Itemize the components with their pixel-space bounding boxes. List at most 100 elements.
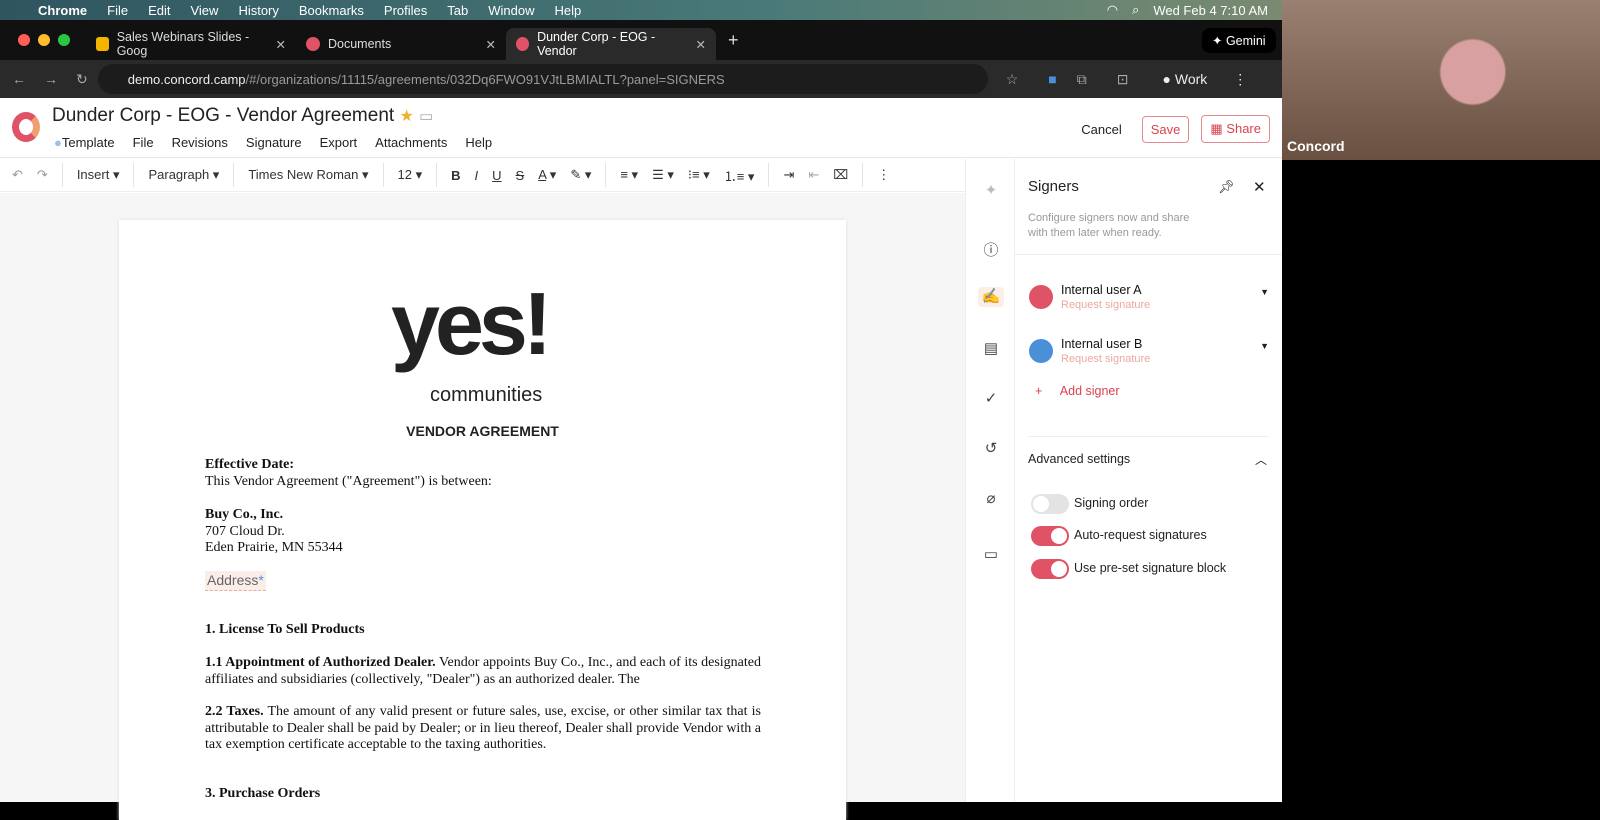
star-icon[interactable]: ★ — [399, 108, 413, 125]
address-bar-row: ← → ↻ demo.concord.camp/#/organizations/… — [0, 60, 1282, 98]
menu-export[interactable]: Export — [320, 135, 358, 150]
clear-format-icon[interactable]: ⌧ — [833, 167, 848, 183]
insert-dropdown[interactable]: Insert ▾ — [77, 167, 120, 183]
outdent-icon[interactable]: ⇤ — [808, 167, 819, 183]
align-icon[interactable]: ≡ ▾ — [620, 167, 638, 183]
pin-icon[interactable]: 📌︎ — [1218, 179, 1235, 195]
strikethrough-icon[interactable]: S — [516, 168, 525, 183]
signing-order-toggle[interactable] — [1031, 494, 1069, 514]
chevron-down-icon[interactable]: ▼ — [1260, 341, 1269, 351]
tab-documents[interactable]: Documents ✕ — [296, 28, 506, 60]
advanced-settings-header[interactable]: Advanced settings — [1028, 452, 1130, 466]
chrome-menu-icon[interactable]: ⋮ — [1233, 71, 1247, 88]
gemini-button[interactable]: ✦ Gemini — [1202, 28, 1276, 53]
minimize-window-button[interactable] — [38, 34, 50, 46]
reload-icon[interactable]: ↻ — [76, 71, 88, 88]
menu-window[interactable]: Window — [488, 3, 534, 18]
effective-date-label: Effective Date: — [205, 457, 295, 472]
info-icon[interactable]: ⓘ — [981, 239, 1001, 259]
auto-request-toggle[interactable] — [1031, 526, 1069, 546]
url-host: demo.concord.camp — [127, 71, 246, 87]
profile-button[interactable]: ● Work — [1163, 71, 1208, 87]
highlight-icon[interactable]: ✎ ▾ — [570, 167, 591, 183]
numbered-list-icon[interactable]: ⒈≡ ▾ — [724, 166, 755, 185]
menu-history[interactable]: History — [238, 3, 278, 18]
signer-row[interactable]: Internal user A Request signature ▼ — [1029, 281, 1269, 321]
signer-row[interactable]: Internal user B Request signature ▼ — [1029, 335, 1269, 375]
side-icon-rail: ✦ ⓘ ✍ ▤ ✓ ↺ ⌀ ▭ — [965, 159, 1015, 802]
bold-icon[interactable]: B — [451, 168, 460, 183]
chevron-up-icon[interactable]: ︿ — [1255, 451, 1267, 468]
bullet-list-icon[interactable]: ⁝≡ ▾ — [688, 167, 710, 183]
extension-icon[interactable]: ■ — [1048, 71, 1056, 87]
chevron-down-icon[interactable]: ▼ — [1260, 287, 1269, 297]
maximize-window-button[interactable] — [58, 34, 70, 46]
tab-search-icon[interactable]: ⊡ — [1117, 71, 1129, 88]
menu-edit[interactable]: Edit — [148, 3, 170, 18]
insert-label: Insert — [76, 167, 110, 182]
bookmark-star-icon[interactable]: ☆ — [1006, 71, 1019, 88]
street: 707 Cloud Dr. — [205, 523, 285, 539]
field-label: Address — [207, 572, 259, 588]
attachment-icon[interactable]: ⌀ — [981, 489, 1001, 509]
document-title[interactable]: Dunder Corp - EOG - Vendor Agreement ★ ▭ — [52, 105, 433, 127]
menu-attachments[interactable]: Attachments — [375, 135, 447, 150]
back-icon[interactable]: ← — [12, 71, 26, 87]
menu-help[interactable]: Help — [555, 3, 582, 18]
new-tab-button[interactable]: + — [728, 30, 739, 51]
tab-dunder-corp[interactable]: Dunder Corp - EOG - Vendor ✕ — [506, 28, 716, 60]
wifi-icon[interactable]: ◠ — [1107, 2, 1118, 18]
line-spacing-icon[interactable]: ☰ ▾ — [652, 167, 674, 183]
cancel-button[interactable]: Cancel — [1081, 122, 1121, 137]
menu-file[interactable]: File — [107, 3, 128, 18]
tab-sales-webinars[interactable]: Sales Webinars Slides - Goog ✕ — [86, 28, 296, 60]
signers-icon[interactable]: ✍ — [978, 287, 1004, 307]
add-signer-button[interactable]: + Add signer — [1035, 384, 1120, 398]
font-size-dropdown[interactable]: 12 ▾ — [398, 167, 423, 183]
forward-icon[interactable]: → — [44, 71, 58, 87]
preset-signature-toggle[interactable] — [1031, 559, 1069, 579]
approvals-icon[interactable]: ✓ — [981, 389, 1001, 409]
indent-icon[interactable]: ⇥ — [783, 167, 794, 183]
ai-sparkle-icon[interactable]: ✦ — [981, 181, 1001, 201]
close-tab-icon[interactable]: ✕ — [696, 37, 706, 52]
close-tab-icon[interactable]: ✕ — [276, 37, 286, 52]
clock[interactable]: Wed Feb 4 7:10 AM — [1153, 3, 1268, 18]
paragraph-style-dropdown[interactable]: Paragraph ▾ — [148, 167, 219, 183]
redo-icon[interactable]: ↷ — [37, 167, 48, 183]
search-icon[interactable]: ⌕ — [1132, 2, 1139, 18]
doc-heading: VENDOR AGREEMENT — [406, 423, 559, 439]
menu-tab[interactable]: Tab — [447, 3, 468, 18]
menu-revisions[interactable]: Revisions — [172, 135, 228, 150]
close-tab-icon[interactable]: ✕ — [486, 37, 496, 52]
menu-help[interactable]: Help — [465, 135, 492, 150]
text-color-icon[interactable]: A ▾ — [538, 167, 556, 183]
underline-icon[interactable]: U — [492, 168, 501, 183]
menu-profiles[interactable]: Profiles — [384, 3, 427, 18]
undo-icon[interactable]: ↶ — [12, 167, 23, 183]
italic-icon[interactable]: I — [475, 168, 479, 183]
menu-bookmarks[interactable]: Bookmarks — [299, 3, 364, 18]
url-input[interactable]: demo.concord.camp/#/organizations/11115/… — [97, 64, 988, 94]
title-text: Dunder Corp - EOG - Vendor Agreement — [52, 105, 395, 126]
section-heading: 3. Purchase Orders — [205, 786, 321, 801]
more-icon[interactable]: ⋮ — [877, 167, 890, 183]
folder-icon[interactable]: ▭ — [419, 108, 433, 125]
field-icon[interactable]: ▭ — [981, 545, 1001, 565]
document-page[interactable]: yes! communities VENDOR AGREEMENT Effect… — [119, 220, 846, 820]
menu-view[interactable]: View — [190, 3, 218, 18]
menu-signature[interactable]: Signature — [246, 135, 302, 150]
signer-action: Request signature — [1061, 299, 1151, 311]
extensions-puzzle-icon[interactable]: ⧉ — [1077, 71, 1087, 88]
menu-chrome[interactable]: Chrome — [38, 3, 87, 18]
close-window-button[interactable] — [18, 34, 30, 46]
logo-text: yes! — [391, 274, 552, 373]
menu-file[interactable]: File — [133, 135, 154, 150]
comments-icon[interactable]: ▤ — [981, 339, 1001, 359]
save-button[interactable]: Save — [1141, 115, 1190, 143]
close-icon[interactable]: ✕ — [1253, 178, 1266, 196]
share-button[interactable]: ▦ Share — [1201, 115, 1270, 143]
history-icon[interactable]: ↺ — [981, 439, 1001, 459]
font-family-dropdown[interactable]: Times New Roman ▾ — [248, 167, 368, 183]
address-field[interactable]: Address* — [205, 571, 266, 591]
